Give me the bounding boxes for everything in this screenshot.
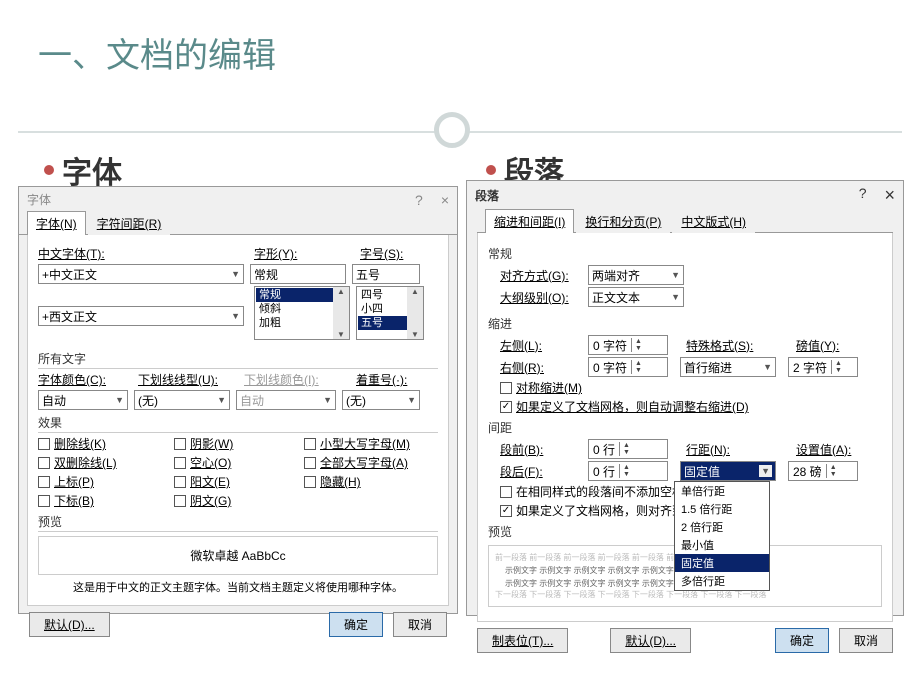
group-preview: 预览: [38, 513, 438, 532]
checkbox-super[interactable]: 上标(P): [38, 473, 174, 490]
checkbox-mirror-indent[interactable]: 对称缩进(M): [500, 379, 582, 396]
checkbox-strike[interactable]: 删除线(K): [38, 435, 174, 452]
outline-select[interactable]: 正文文本▼: [588, 287, 684, 307]
label-at: 设置值(A):: [796, 441, 851, 458]
bullet-icon: [44, 165, 54, 175]
bullet-icon: [486, 165, 496, 175]
tab-indent-spacing[interactable]: 缩进和间距(I): [485, 209, 574, 233]
default-button[interactable]: 默认(D)...: [610, 628, 691, 653]
list-item[interactable]: 单倍行距: [675, 482, 769, 500]
right-indent-spinbox[interactable]: 0 字符▲▼: [588, 357, 668, 377]
underline-style-select[interactable]: (无)▼: [134, 390, 230, 410]
checkbox-dstrike[interactable]: 双删除线(L): [38, 454, 174, 471]
tab-strip: 缩进和间距(I) 换行和分页(P) 中文版式(H): [477, 208, 893, 233]
help-icon[interactable]: ?: [859, 185, 867, 206]
tabs-button[interactable]: 制表位(T)...: [477, 628, 568, 653]
cjk-font-select[interactable]: +中文正文▼: [38, 264, 244, 284]
label-cjk-font: 中文字体(T):: [38, 247, 105, 261]
after-spinbox[interactable]: 0 行▲▼: [588, 461, 668, 481]
label-underline-color: 下划线颜色(I):: [244, 371, 350, 388]
circle-decoration: [434, 112, 470, 148]
label-right: 右侧(R):: [500, 359, 582, 376]
special-select[interactable]: 首行缩进▼: [680, 357, 776, 377]
dialog-titlebar: 段落 ? ×: [467, 181, 903, 208]
label-font-color: 字体颜色(C):: [38, 371, 132, 388]
ok-button[interactable]: 确定: [329, 612, 383, 637]
checkbox-sub[interactable]: 下标(B): [38, 492, 174, 509]
list-item[interactable]: 固定值: [675, 554, 769, 572]
dialog-titlebar: 字体 ? ×: [19, 187, 457, 210]
cancel-button[interactable]: 取消: [839, 628, 893, 653]
font-color-select[interactable]: 自动▼: [38, 390, 128, 410]
list-item[interactable]: 2 倍行距: [675, 518, 769, 536]
label-size: 字号(S):: [360, 247, 403, 261]
paragraph-dialog: 段落 ? × 缩进和间距(I) 换行和分页(P) 中文版式(H) 常规 对齐方式…: [466, 180, 904, 616]
font-preview: 微软卓越 AaBbCc: [38, 536, 438, 575]
line-spacing-select[interactable]: 固定值▼: [680, 461, 776, 481]
underline-color-select: 自动▼: [236, 390, 336, 410]
tab-asian[interactable]: 中文版式(H): [672, 209, 755, 233]
label-alignment: 对齐方式(G):: [500, 267, 582, 284]
emphasis-select[interactable]: (无)▼: [342, 390, 420, 410]
preview-description: 这是用于中文的正文主题字体。当前文档主题定义将使用哪种字体。: [38, 579, 438, 595]
help-icon[interactable]: ?: [415, 192, 423, 208]
scrollbar[interactable]: ▲▼: [333, 287, 349, 339]
group-effects: 效果: [38, 414, 438, 433]
label-before: 段前(B):: [500, 441, 582, 458]
size-listbox[interactable]: 四号 小四 五号 ▲▼: [356, 286, 424, 340]
alignment-select[interactable]: 两端对齐▼: [588, 265, 684, 285]
ok-button[interactable]: 确定: [775, 628, 829, 653]
checkbox-smallcaps[interactable]: 小型大写字母(M): [304, 435, 410, 452]
section-general: 常规: [488, 245, 882, 263]
checkbox-outline[interactable]: 空心(O): [174, 454, 304, 471]
before-spinbox[interactable]: 0 行▲▼: [588, 439, 668, 459]
tab-line-page[interactable]: 换行和分页(P): [576, 209, 670, 233]
dialog-title: 字体: [27, 191, 51, 208]
label-special: 特殊格式(S):: [686, 337, 772, 354]
default-button[interactable]: 默认(D)...: [29, 612, 110, 637]
dialog-title: 段落: [475, 187, 499, 204]
label-outline: 大纲级别(O):: [500, 289, 582, 306]
label-line-spacing: 行距(N):: [686, 441, 756, 458]
scrollbar[interactable]: ▲▼: [407, 287, 423, 339]
size-input[interactable]: 五号: [352, 264, 420, 284]
checkbox-no-space-same[interactable]: 在相同样式的段落间不添加空格: [500, 483, 684, 500]
checkbox-shadow[interactable]: 阴影(W): [174, 435, 304, 452]
section-indent: 缩进: [488, 315, 882, 333]
checkbox-grid-align[interactable]: ✓如果定义了文档网格，则对齐到: [500, 502, 684, 519]
tab-char-spacing[interactable]: 字符间距(R): [88, 211, 171, 235]
style-input[interactable]: 常规: [250, 264, 346, 284]
tab-font[interactable]: 字体(N): [27, 211, 86, 235]
list-item[interactable]: 最小值: [675, 536, 769, 554]
line-spacing-dropdown[interactable]: 单倍行距 1.5 倍行距 2 倍行距 最小值 固定值 多倍行距: [674, 481, 770, 591]
label-left: 左侧(L):: [500, 337, 582, 354]
label-style: 字形(Y):: [254, 247, 297, 261]
latin-font-select[interactable]: +西文正文▼: [38, 306, 244, 326]
section-spacing: 间距: [488, 419, 882, 437]
left-indent-spinbox[interactable]: 0 字符▲▼: [588, 335, 668, 355]
close-icon[interactable]: ×: [441, 192, 449, 208]
label-underline-style: 下划线线型(U):: [138, 371, 238, 388]
style-listbox[interactable]: 常规 倾斜 加粗 ▲▼: [254, 286, 350, 340]
checkbox-grid-indent[interactable]: ✓如果定义了文档网格，则自动调整右缩进(D): [500, 398, 749, 415]
checkbox-engrave[interactable]: 阴文(G): [174, 492, 231, 509]
slide-title: 一、文档的编辑: [0, 0, 920, 77]
by-spinbox[interactable]: 2 字符▲▼: [788, 357, 858, 377]
list-item[interactable]: 多倍行距: [675, 572, 769, 590]
label-by: 磅值(Y):: [796, 337, 839, 354]
checkbox-allcaps[interactable]: 全部大写字母(A): [304, 454, 408, 471]
group-all-text: 所有文字: [38, 350, 438, 369]
checkbox-emboss[interactable]: 阳文(E): [174, 473, 304, 490]
chevron-down-icon: ▼: [228, 311, 240, 321]
tab-strip: 字体(N) 字符间距(R): [19, 210, 457, 235]
list-item[interactable]: 1.5 倍行距: [675, 500, 769, 518]
chevron-down-icon: ▼: [228, 269, 240, 279]
font-dialog: 字体 ? × 字体(N) 字符间距(R) 中文字体(T): 字形(Y): 字号(…: [18, 186, 458, 614]
label-emphasis: 着重号(·):: [356, 371, 407, 388]
close-icon[interactable]: ×: [884, 185, 895, 206]
label-after: 段后(F):: [500, 463, 582, 480]
at-spinbox[interactable]: 28 磅▲▼: [788, 461, 858, 481]
checkbox-hidden[interactable]: 隐藏(H): [304, 473, 361, 490]
cancel-button[interactable]: 取消: [393, 612, 447, 637]
